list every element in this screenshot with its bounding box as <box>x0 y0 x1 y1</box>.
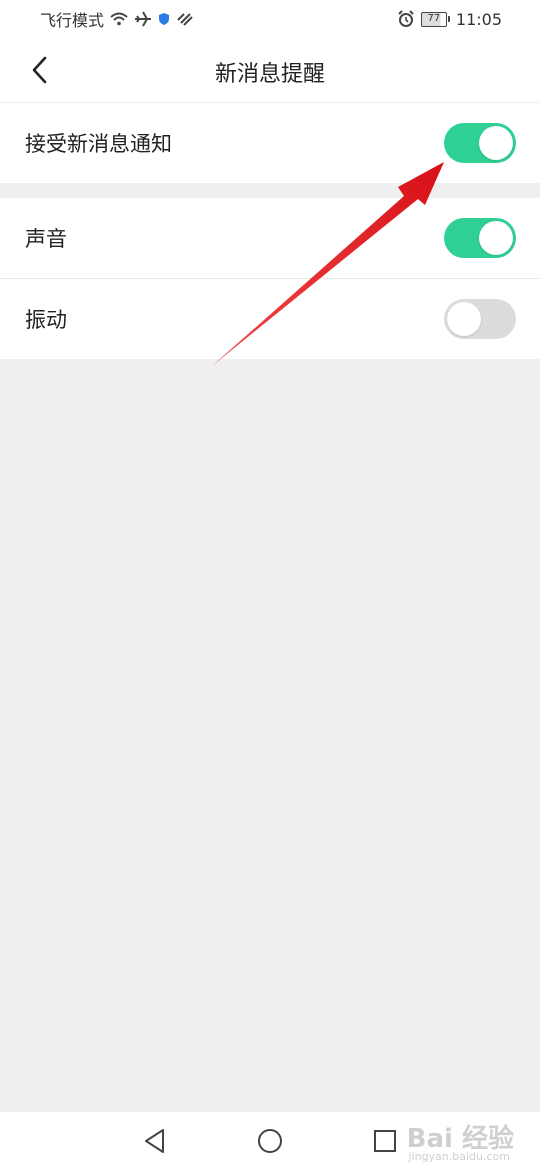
status-right: 77 11:05 <box>397 10 502 29</box>
alarm-icon <box>397 10 415 28</box>
clock: 11:05 <box>455 9 502 29</box>
setting-label: 振动 <box>25 308 67 332</box>
home-circle-icon[interactable] <box>255 1126 285 1156</box>
setting-row-vibration[interactable]: 振动 <box>0 279 540 359</box>
sound-toggle[interactable] <box>444 218 516 258</box>
shield-icon <box>158 12 170 26</box>
status-bar: 飞行模式 77 11:05 <box>0 0 540 38</box>
page-title: 新消息提醒 <box>214 62 325 87</box>
battery-level: 77 <box>420 11 447 27</box>
setting-row-sound[interactable]: 声音 <box>0 198 540 278</box>
vibration-toggle[interactable] <box>444 299 516 339</box>
status-left: 飞行模式 <box>40 7 194 31</box>
airplane-mode-text: 飞行模式 <box>40 11 105 30</box>
recents-square-icon[interactable] <box>370 1126 400 1156</box>
header: 新消息提醒 <box>0 38 540 102</box>
setting-label: 接受新消息通知 <box>25 132 172 156</box>
setting-row-receive-notifications[interactable]: 接受新消息通知 <box>0 103 540 183</box>
wifi-icon <box>110 12 128 26</box>
signal-slash-icon <box>176 12 194 26</box>
notifications-toggle[interactable] <box>444 123 516 163</box>
back-triangle-icon[interactable] <box>140 1126 170 1156</box>
airplane-icon <box>134 11 152 27</box>
battery-icon: 77 <box>420 11 450 27</box>
setting-label: 声音 <box>25 227 67 251</box>
watermark-url: jingyan.baidu.com <box>408 1150 510 1163</box>
